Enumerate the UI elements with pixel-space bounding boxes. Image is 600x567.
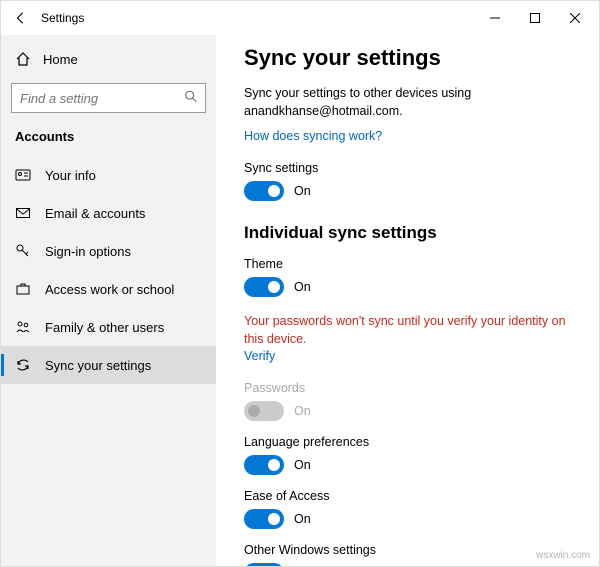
sidebar-item-access-work-school[interactable]: Access work or school	[1, 270, 216, 308]
sidebar-item-label: Sign-in options	[45, 244, 131, 259]
sidebar-item-label: Sync your settings	[45, 358, 151, 373]
sync-description: Sync your settings to other devices usin…	[244, 85, 571, 120]
sidebar-item-label: Access work or school	[45, 282, 174, 297]
sidebar-item-signin-options[interactable]: Sign-in options	[1, 232, 216, 270]
individual-heading: Individual sync settings	[244, 223, 571, 243]
passwords-state: On	[294, 404, 311, 418]
language-toggle[interactable]	[244, 455, 284, 475]
sidebar-item-family-users[interactable]: Family & other users	[1, 308, 216, 346]
home-label: Home	[43, 52, 78, 67]
home-nav[interactable]: Home	[1, 41, 216, 77]
sidebar-item-label: Your info	[45, 168, 96, 183]
theme-toggle[interactable]	[244, 277, 284, 297]
search-input[interactable]	[11, 83, 206, 113]
window-title: Settings	[41, 11, 84, 25]
category-heading: Accounts	[1, 125, 216, 156]
sidebar-item-email-accounts[interactable]: Email & accounts	[1, 194, 216, 232]
ease-toggle[interactable]	[244, 509, 284, 529]
back-button[interactable]	[5, 2, 37, 34]
language-state: On	[294, 458, 311, 472]
search-container	[11, 83, 206, 113]
sync-icon	[15, 357, 31, 373]
sync-settings-state: On	[294, 184, 311, 198]
home-icon	[15, 51, 31, 67]
passwords-toggle	[244, 401, 284, 421]
person-card-icon	[15, 167, 31, 183]
watermark: wsxwin.com	[536, 550, 590, 561]
mail-icon	[15, 205, 31, 221]
sync-settings-toggle[interactable]	[244, 181, 284, 201]
titlebar: Settings	[1, 1, 599, 35]
sidebar-item-your-info[interactable]: Your info	[1, 156, 216, 194]
sidebar-item-label: Family & other users	[45, 320, 164, 335]
theme-state: On	[294, 280, 311, 294]
minimize-button[interactable]	[475, 2, 515, 34]
ease-label: Ease of Access	[244, 489, 571, 503]
people-icon	[15, 319, 31, 335]
content-pane: Sync your settings Sync your settings to…	[216, 35, 599, 566]
briefcase-icon	[15, 281, 31, 297]
key-icon	[15, 243, 31, 259]
other-toggle[interactable]	[244, 563, 284, 566]
sync-settings-label: Sync settings	[244, 161, 571, 175]
sidebar-item-label: Email & accounts	[45, 206, 145, 221]
ease-state: On	[294, 512, 311, 526]
password-warning: Your passwords won't sync until you veri…	[244, 313, 571, 348]
search-icon	[184, 90, 198, 107]
page-title: Sync your settings	[244, 45, 571, 71]
verify-link[interactable]: Verify	[244, 349, 275, 363]
close-button[interactable]	[555, 2, 595, 34]
sidebar: Home Accounts Your info Email & acco	[1, 35, 216, 566]
sidebar-item-sync-settings[interactable]: Sync your settings	[1, 346, 216, 384]
other-label: Other Windows settings	[244, 543, 571, 557]
language-label: Language preferences	[244, 435, 571, 449]
theme-label: Theme	[244, 257, 571, 271]
settings-window: Settings Home Account	[0, 0, 600, 567]
maximize-button[interactable]	[515, 2, 555, 34]
help-link[interactable]: How does syncing work?	[244, 129, 382, 143]
passwords-label: Passwords	[244, 381, 571, 395]
